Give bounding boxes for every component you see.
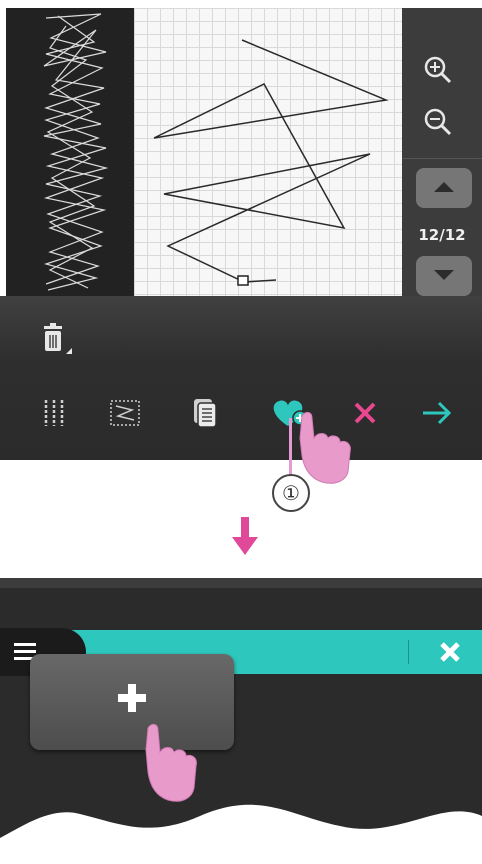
close-button[interactable] <box>430 634 470 670</box>
zoom-out-icon <box>424 108 452 136</box>
divider <box>408 640 409 664</box>
arrow-down-icon <box>434 270 454 280</box>
confirm-button[interactable] <box>418 396 456 430</box>
stitch-select-button[interactable] <box>106 396 146 430</box>
stitch-path <box>153 39 389 286</box>
scroll-down-button[interactable] <box>416 256 472 296</box>
stitch-end-marker[interactable] <box>237 275 249 286</box>
scroll-up-button[interactable] <box>416 168 472 208</box>
copy-icon <box>194 399 217 428</box>
edit-toolbar <box>0 296 482 460</box>
zoom-scroll-panel: 12/12 <box>402 8 482 296</box>
personal-menu-screen <box>0 578 482 864</box>
stitch-columns-button[interactable] <box>38 396 72 430</box>
stitch-columns-icon <box>44 400 64 426</box>
divider <box>402 158 482 159</box>
stitch-preview-pattern <box>43 13 109 291</box>
zoom-in-button[interactable] <box>418 52 458 88</box>
down-arrow-icon <box>232 517 258 555</box>
page-counter: 12/12 <box>418 226 466 244</box>
stitch-select-icon <box>110 400 140 426</box>
copy-button[interactable] <box>188 396 222 430</box>
close-icon <box>440 642 460 662</box>
stitch-editor-screen: 12/12 ① <box>0 0 482 512</box>
tap-hand-icon <box>299 411 351 484</box>
callout-line <box>289 418 292 478</box>
confirm-arrow-icon <box>423 401 452 425</box>
zoom-in-icon <box>424 56 452 84</box>
tap-hand-icon <box>145 723 197 802</box>
trash-icon <box>44 323 72 354</box>
stitch-preview-panel <box>6 8 134 296</box>
zoom-out-button[interactable] <box>418 104 458 140</box>
delete-button[interactable] <box>38 322 78 362</box>
callout-number: ① <box>272 474 310 512</box>
plus-icon <box>118 684 146 712</box>
arrow-up-icon <box>434 182 454 192</box>
stitch-grid-canvas[interactable] <box>134 8 402 296</box>
